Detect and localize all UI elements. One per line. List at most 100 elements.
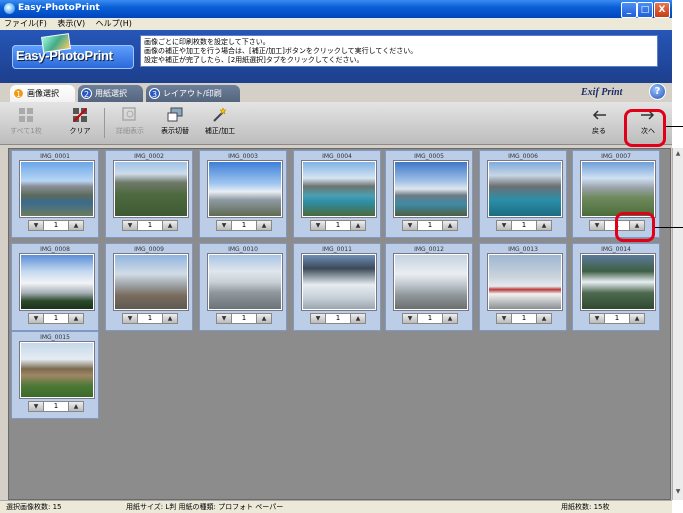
photo-image[interactable]	[302, 161, 376, 217]
print-count-stepper: ▼ 1 ▲	[402, 313, 458, 324]
photo-thumbnail-cell[interactable]: IMG_0005 ▼ 1 ▲	[385, 150, 473, 238]
photo-image[interactable]	[488, 161, 562, 217]
count-up-icon[interactable]: ▲	[162, 314, 177, 323]
count-down-icon[interactable]: ▼	[29, 402, 44, 411]
select-all-label: すべて1枚	[10, 127, 42, 135]
tab-number: 1	[13, 88, 24, 99]
photo-thumbnail-cell[interactable]: IMG_0014 ▼ 1 ▲	[572, 243, 660, 331]
count-down-icon[interactable]: ▼	[123, 221, 138, 230]
count-down-icon[interactable]: ▼	[403, 221, 418, 230]
photo-filename: IMG_0015	[40, 334, 70, 341]
count-up-icon[interactable]: ▲	[350, 221, 365, 230]
photo-image[interactable]	[20, 254, 94, 310]
tab-image-select[interactable]: 1 画像選択	[10, 85, 75, 102]
clear-label: クリア	[69, 127, 91, 135]
clear-button[interactable]: クリア	[60, 106, 100, 136]
photo-image[interactable]	[208, 254, 282, 310]
count-up-icon[interactable]: ▲	[256, 221, 271, 230]
photo-thumbnail-cell[interactable]: IMG_0011 ▼ 1 ▲	[293, 243, 381, 331]
photo-thumbnail-cell[interactable]: IMG_0004 ▼ 1 ▲	[293, 150, 381, 238]
photo-thumbnail-cell[interactable]: IMG_0003 ▼ 1 ▲	[199, 150, 287, 238]
print-count-stepper: ▼ 1 ▲	[28, 401, 84, 412]
photo-image[interactable]	[394, 254, 468, 310]
count-down-icon[interactable]: ▼	[590, 314, 605, 323]
view-switch-button[interactable]: 表示切替	[155, 106, 195, 136]
help-icon[interactable]: ?	[649, 83, 666, 100]
maximize-button[interactable]: □	[637, 2, 653, 18]
select-all-button[interactable]: すべて1枚	[6, 106, 46, 136]
count-down-icon[interactable]: ▼	[217, 314, 232, 323]
photo-image[interactable]	[488, 254, 562, 310]
count-down-icon[interactable]: ▼	[497, 221, 512, 230]
photo-thumbnail-cell[interactable]: IMG_0001 ▼ 1 ▲	[11, 150, 99, 238]
count-up-icon[interactable]: ▲	[350, 314, 365, 323]
count-up-icon[interactable]: ▲	[68, 221, 83, 230]
photo-filename: IMG_0005	[414, 153, 444, 160]
close-button[interactable]: X	[654, 2, 670, 18]
print-count: 1	[53, 402, 59, 410]
menu-help[interactable]: ヘルプ(H)	[96, 18, 132, 30]
count-down-icon[interactable]: ▼	[29, 221, 44, 230]
photo-image[interactable]	[394, 161, 468, 217]
menu-view[interactable]: 表示(V)	[57, 18, 85, 30]
next-button-highlight	[624, 109, 666, 147]
count-down-icon[interactable]: ▼	[590, 221, 605, 230]
photo-image[interactable]	[114, 161, 188, 217]
photo-image[interactable]	[581, 161, 655, 217]
count-down-icon[interactable]: ▼	[403, 314, 418, 323]
back-button[interactable]: 戻る	[579, 106, 619, 136]
print-count: 1	[53, 221, 59, 229]
photo-image[interactable]	[20, 161, 94, 217]
print-count: 1	[521, 314, 527, 322]
count-down-icon[interactable]: ▼	[311, 314, 326, 323]
count-up-icon[interactable]: ▲	[536, 314, 551, 323]
print-count-stepper: ▼ 1 ▲	[496, 313, 552, 324]
menu-file[interactable]: ファイル(F)	[4, 18, 47, 30]
photo-filename: IMG_0013	[508, 246, 538, 253]
photo-thumbnail-cell[interactable]: IMG_0009 ▼ 1 ▲	[105, 243, 193, 331]
instruction-line-2: 画像の補正や加工を行う場合は、[補正/加工]ボタンをクリックして実行してください…	[144, 47, 418, 55]
vertical-scrollbar[interactable]: ▲ ▼	[672, 148, 683, 500]
count-up-icon[interactable]: ▲	[68, 402, 83, 411]
back-label: 戻る	[592, 127, 606, 135]
count-up-icon[interactable]: ▲	[162, 221, 177, 230]
minimize-button[interactable]: _	[621, 2, 637, 18]
app-window: Easy-PhotoPrint _ □ X ファイル(F) 表示(V) ヘルプ(…	[0, 0, 672, 513]
instruction-line-1: 画像ごとに印刷枚数を設定して下さい。	[144, 38, 270, 46]
photo-thumbnail-cell[interactable]: IMG_0012 ▼ 1 ▲	[385, 243, 473, 331]
count-down-icon[interactable]: ▼	[311, 221, 326, 230]
count-up-icon[interactable]: ▲	[629, 314, 644, 323]
scroll-down-icon[interactable]: ▼	[674, 488, 682, 496]
count-down-icon[interactable]: ▼	[29, 314, 44, 323]
detail-view-button[interactable]: 詳細表示	[110, 106, 150, 136]
count-up-icon[interactable]: ▲	[442, 221, 457, 230]
photo-thumbnail-cell[interactable]: IMG_0008 ▼ 1 ▲	[11, 243, 99, 331]
photo-thumbnail-cell[interactable]: IMG_0015 ▼ 1 ▲	[11, 331, 99, 419]
arrow-left-icon	[592, 110, 606, 120]
photo-filename: IMG_0006	[508, 153, 538, 160]
photo-image[interactable]	[581, 254, 655, 310]
count-up-icon[interactable]: ▲	[442, 314, 457, 323]
tab-layout-print[interactable]: 3 レイアウト/印刷	[146, 85, 240, 102]
photo-image[interactable]	[20, 342, 94, 398]
photo-image[interactable]	[208, 161, 282, 217]
count-down-icon[interactable]: ▼	[123, 314, 138, 323]
count-up-icon[interactable]: ▲	[68, 314, 83, 323]
tab-paper-select[interactable]: 2 用紙選択	[78, 85, 143, 102]
print-count: 1	[241, 314, 247, 322]
count-up-icon[interactable]: ▲	[256, 314, 271, 323]
photo-filename: IMG_0002	[134, 153, 164, 160]
photo-thumbnail-cell[interactable]: IMG_0013 ▼ 1 ▲	[479, 243, 567, 331]
photo-image[interactable]	[114, 254, 188, 310]
count-down-icon[interactable]: ▼	[497, 314, 512, 323]
print-count-stepper: ▼ 1 ▲	[589, 313, 645, 324]
count-up-icon[interactable]: ▲	[536, 221, 551, 230]
photo-image[interactable]	[302, 254, 376, 310]
photo-thumbnail-cell[interactable]: IMG_0006 ▼ 1 ▲	[479, 150, 567, 238]
photo-thumbnail-cell[interactable]: IMG_0010 ▼ 1 ▲	[199, 243, 287, 331]
photo-thumbnail-cell[interactable]: IMG_0002 ▼ 1 ▲	[105, 150, 193, 238]
count-down-icon[interactable]: ▼	[217, 221, 232, 230]
scroll-up-icon[interactable]: ▲	[674, 150, 682, 158]
correct-edit-button[interactable]: 補正/加工	[200, 106, 240, 136]
print-count: 1	[147, 314, 153, 322]
